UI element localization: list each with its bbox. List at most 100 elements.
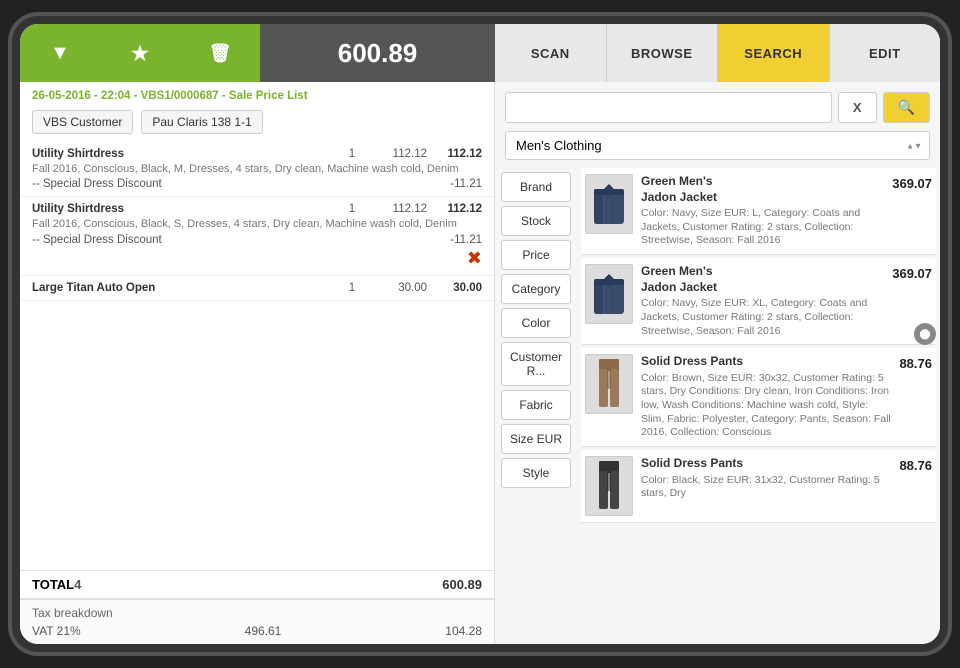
- item-name: Large Titan Auto Open: [32, 282, 337, 294]
- product-details: Green Men'sJadon Jacket Color: Navy, Siz…: [633, 264, 892, 338]
- tax-title: Tax breakdown: [32, 606, 482, 620]
- filter-style[interactable]: Style: [501, 458, 571, 488]
- product-name: Solid Dress Pants: [641, 456, 891, 472]
- order-header: 26-05-2016 - 22:04 - VBS1/0000687 - Sale…: [20, 82, 494, 106]
- main-content: 26-05-2016 - 22:04 - VBS1/0000687 - Sale…: [20, 82, 940, 644]
- filter-price[interactable]: Price: [501, 240, 571, 270]
- product-item[interactable]: Green Men'sJadon Jacket Color: Navy, Siz…: [581, 258, 936, 345]
- item-desc: Fall 2016, Conscious, Black, S, Dresses,…: [32, 217, 482, 231]
- star-button[interactable]: ★: [100, 24, 180, 82]
- toolbar-left: ▼ ★ 🗑 600.89: [20, 24, 495, 82]
- order-item: Utility Shirtdress 1 112.12 112.12 Fall …: [20, 142, 494, 197]
- product-name: Green Men'sJadon Jacket: [641, 174, 884, 205]
- category-select[interactable]: Men's Clothing: [505, 131, 930, 160]
- order-item: Utility Shirtdress 1 112.12 112.12 Fall …: [20, 197, 494, 275]
- order-total: 600.89: [260, 24, 495, 82]
- product-details: Solid Dress Pants Color: Black, Size EUR…: [633, 456, 899, 501]
- total-amount: 600.89: [442, 577, 482, 592]
- order-meta: VBS Customer Pau Claris 138 1-1: [20, 106, 494, 138]
- search-go-button[interactable]: 🔍: [883, 92, 930, 123]
- filter-size-eur[interactable]: Size EUR: [501, 424, 571, 454]
- filter-icon: ▼: [50, 42, 70, 65]
- item-unit-price: 30.00: [367, 282, 427, 294]
- order-items-list: Utility Shirtdress 1 112.12 112.12 Fall …: [20, 138, 494, 570]
- discount-label: -- Special Dress Discount: [32, 234, 162, 246]
- delete-button[interactable]: 🗑: [180, 24, 260, 82]
- item-qty: 1: [337, 148, 367, 160]
- discount-amount: -11.21: [450, 178, 482, 190]
- product-image: [585, 174, 633, 234]
- products-list: Green Men'sJadon Jacket Color: Navy, Siz…: [577, 168, 940, 644]
- item-total: 112.12: [427, 148, 482, 160]
- category-select-wrap: Men's Clothing: [495, 131, 940, 168]
- item-name: Utility Shirtdress: [32, 203, 337, 215]
- search-bar: X 🔍: [495, 82, 940, 131]
- product-name: Solid Dress Pants: [641, 354, 891, 370]
- filter-brand[interactable]: Brand: [501, 172, 571, 202]
- product-price: 369.07: [892, 174, 932, 191]
- search-clear-button[interactable]: X: [838, 92, 877, 123]
- filter-products-area: Brand Stock Price Category Color Custome…: [495, 168, 940, 644]
- tax-section: Tax breakdown VAT 21% 496.61 104.28: [20, 598, 494, 644]
- total-qty: 4: [74, 577, 81, 592]
- total-value: 600.89: [338, 38, 418, 69]
- left-panel: 26-05-2016 - 22:04 - VBS1/0000687 - Sale…: [20, 82, 495, 644]
- product-desc: Color: Black, Size EUR: 31x32, Customer …: [641, 474, 891, 501]
- total-label: TOTAL: [32, 577, 74, 592]
- tablet-frame: ▼ ★ 🗑 600.89 SCAN BROWSE SEARCH EDIT 26-…: [20, 24, 940, 644]
- product-name: Green Men'sJadon Jacket: [641, 264, 884, 295]
- location-badge: Pau Claris 138 1-1: [141, 110, 262, 134]
- tab-browse[interactable]: BROWSE: [607, 24, 719, 82]
- tax-amount: 104.28: [445, 624, 482, 638]
- product-item[interactable]: Solid Dress Pants Color: Black, Size EUR…: [581, 450, 936, 523]
- product-price: 88.76: [899, 456, 932, 473]
- star-icon: ★: [131, 41, 149, 66]
- filter-category[interactable]: Category: [501, 274, 571, 304]
- discount-amount: -11.21: [450, 234, 482, 246]
- filter-stock[interactable]: Stock: [501, 206, 571, 236]
- product-item[interactable]: Green Men'sJadon Jacket Color: Navy, Siz…: [581, 168, 936, 255]
- product-details: Green Men'sJadon Jacket Color: Navy, Siz…: [633, 174, 892, 248]
- search-input[interactable]: [505, 92, 832, 123]
- order-item: Large Titan Auto Open 1 30.00 30.00: [20, 276, 494, 301]
- product-item[interactable]: Solid Dress Pants Color: Brown, Size EUR…: [581, 348, 936, 447]
- home-button[interactable]: ⬤: [914, 323, 936, 345]
- customer-badge: VBS Customer: [32, 110, 133, 134]
- error-icon[interactable]: ✖: [467, 248, 482, 269]
- tax-label: VAT 21%: [32, 624, 81, 638]
- product-desc: Color: Navy, Size EUR: XL, Category: Coa…: [641, 297, 884, 338]
- item-unit-price: 112.12: [367, 148, 427, 160]
- filter-button[interactable]: ▼: [20, 24, 100, 82]
- product-image: [585, 354, 633, 414]
- home-icon: ⬤: [919, 329, 930, 340]
- delete-icon: 🗑: [209, 43, 232, 64]
- product-price: 369.07: [892, 264, 932, 281]
- tax-row: VAT 21% 496.61 104.28: [32, 624, 482, 638]
- product-desc: Color: Navy, Size EUR: L, Category: Coat…: [641, 207, 884, 248]
- toolbar-right: SCAN BROWSE SEARCH EDIT: [495, 24, 940, 82]
- tab-scan[interactable]: SCAN: [495, 24, 607, 82]
- top-toolbar: ▼ ★ 🗑 600.89 SCAN BROWSE SEARCH EDIT: [20, 24, 940, 82]
- category-select-container: Men's Clothing: [505, 131, 930, 160]
- item-name: Utility Shirtdress: [32, 148, 337, 160]
- filter-customer-rating[interactable]: Customer R...: [501, 342, 571, 386]
- filter-fabric[interactable]: Fabric: [501, 390, 571, 420]
- right-panel: X 🔍 Men's Clothing Brand Stock Price: [495, 82, 940, 644]
- item-qty: 1: [337, 203, 367, 215]
- filter-column: Brand Stock Price Category Color Custome…: [495, 168, 577, 644]
- discount-label: -- Special Dress Discount: [32, 178, 162, 190]
- item-unit-price: 112.12: [367, 203, 427, 215]
- item-total: 30.00: [427, 282, 482, 294]
- item-qty: 1: [337, 282, 367, 294]
- product-image: [585, 264, 633, 324]
- product-desc: Color: Brown, Size EUR: 30x32, Customer …: [641, 372, 891, 440]
- filter-color[interactable]: Color: [501, 308, 571, 338]
- product-details: Solid Dress Pants Color: Brown, Size EUR…: [633, 354, 899, 440]
- tab-edit[interactable]: EDIT: [830, 24, 941, 82]
- product-price: 88.76: [899, 354, 932, 371]
- item-desc: Fall 2016, Conscious, Black, M, Dresses,…: [32, 162, 482, 176]
- order-total-row: TOTAL 4 600.89: [20, 570, 494, 598]
- product-image: [585, 456, 633, 516]
- tab-search[interactable]: SEARCH: [718, 24, 830, 82]
- tax-base: 496.61: [245, 624, 282, 638]
